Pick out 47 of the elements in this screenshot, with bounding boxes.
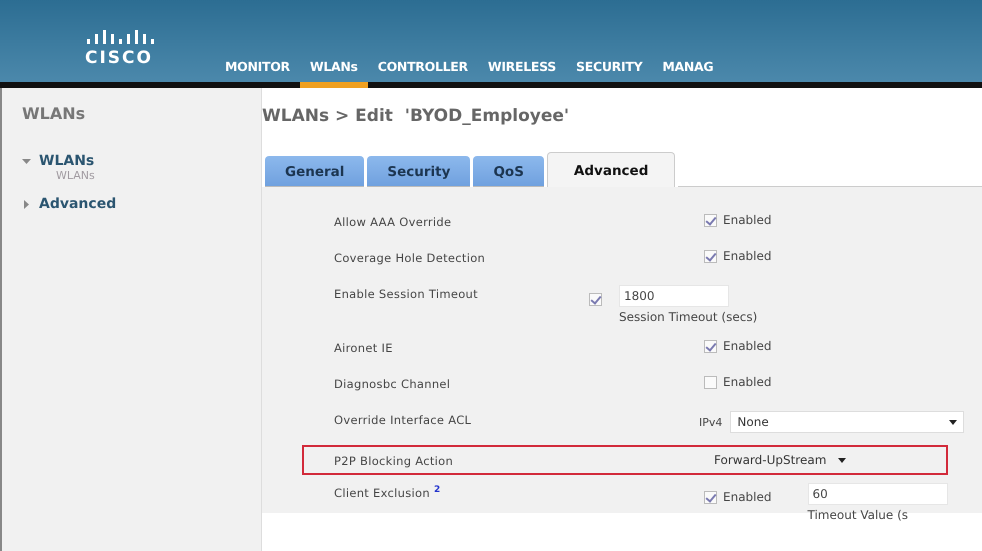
expanded-arrow-icon[interactable] (22, 156, 31, 166)
setting-label: Enable Session Timeout (334, 286, 479, 301)
setting-label: P2P Blocking Action (334, 453, 454, 468)
acl-dropdown[interactable]: None (730, 411, 964, 433)
checkbox[interactable] (704, 340, 717, 352)
nav-tab[interactable]: WLANs (300, 59, 368, 88)
nav-tab[interactable]: SECURITY (566, 59, 652, 88)
dropdown[interactable]: Forward-UpStream (707, 449, 854, 471)
caret-icon (838, 458, 846, 462)
field-prefix: IPv4 (699, 416, 722, 428)
setting-label: Client Exclusion $^{2}$ (334, 484, 442, 500)
checkbox[interactable] (704, 214, 717, 226)
checkbox[interactable] (704, 376, 717, 388)
info-link[interactable]: 2 (434, 485, 440, 495)
nav-tab[interactable]: CONTROLLER (368, 59, 478, 88)
page-title: WLANs > Edit 'BYOD_Employee' (262, 106, 570, 126)
timeout-input[interactable]: 60 (808, 483, 948, 505)
nav-tab[interactable]: MONITOR (215, 59, 300, 88)
checkbox[interactable] (704, 250, 717, 262)
cisco-bars-icon (85, 29, 155, 45)
timeout-input[interactable]: 1800 (619, 285, 729, 307)
nav-tab[interactable]: WIRELESS (478, 59, 566, 88)
setting-label: Diagnosbc Channel (334, 376, 452, 391)
field-caption: Session Timeout (secs) (619, 310, 758, 324)
setting-label: Aironet IE (334, 340, 394, 355)
setting-label: Coverage Hole Detection (334, 250, 486, 265)
checkbox-label: Enabled (723, 213, 772, 227)
checkbox-label: Enabled (723, 490, 772, 504)
checkbox-label: Enabled (723, 339, 772, 353)
tab[interactable]: Advanced (546, 152, 676, 187)
tab[interactable]: General (265, 156, 364, 187)
tab[interactable]: Security (367, 156, 470, 187)
caret-icon (949, 420, 958, 424)
nav-tab[interactable]: MANAG (652, 59, 724, 88)
checkbox[interactable] (704, 491, 717, 504)
field-caption: Timeout Value (s (808, 508, 910, 522)
checkbox-label: Enabled (723, 249, 772, 263)
setting-label: Allow AAA Override (334, 214, 452, 229)
checkbox-label: Enabled (723, 375, 772, 389)
sidebar-item[interactable]: Advanced (39, 196, 116, 212)
sidebar-item[interactable]: WLANs (39, 153, 94, 169)
setting-label: Override Interface ACL (334, 412, 472, 427)
sidebar-title: WLANs (22, 104, 86, 123)
tab[interactable]: QoS (473, 156, 544, 187)
cisco-logo-text: CISCO (85, 48, 153, 68)
checkbox[interactable] (589, 293, 602, 306)
collapsed-arrow-icon[interactable] (22, 200, 31, 208)
